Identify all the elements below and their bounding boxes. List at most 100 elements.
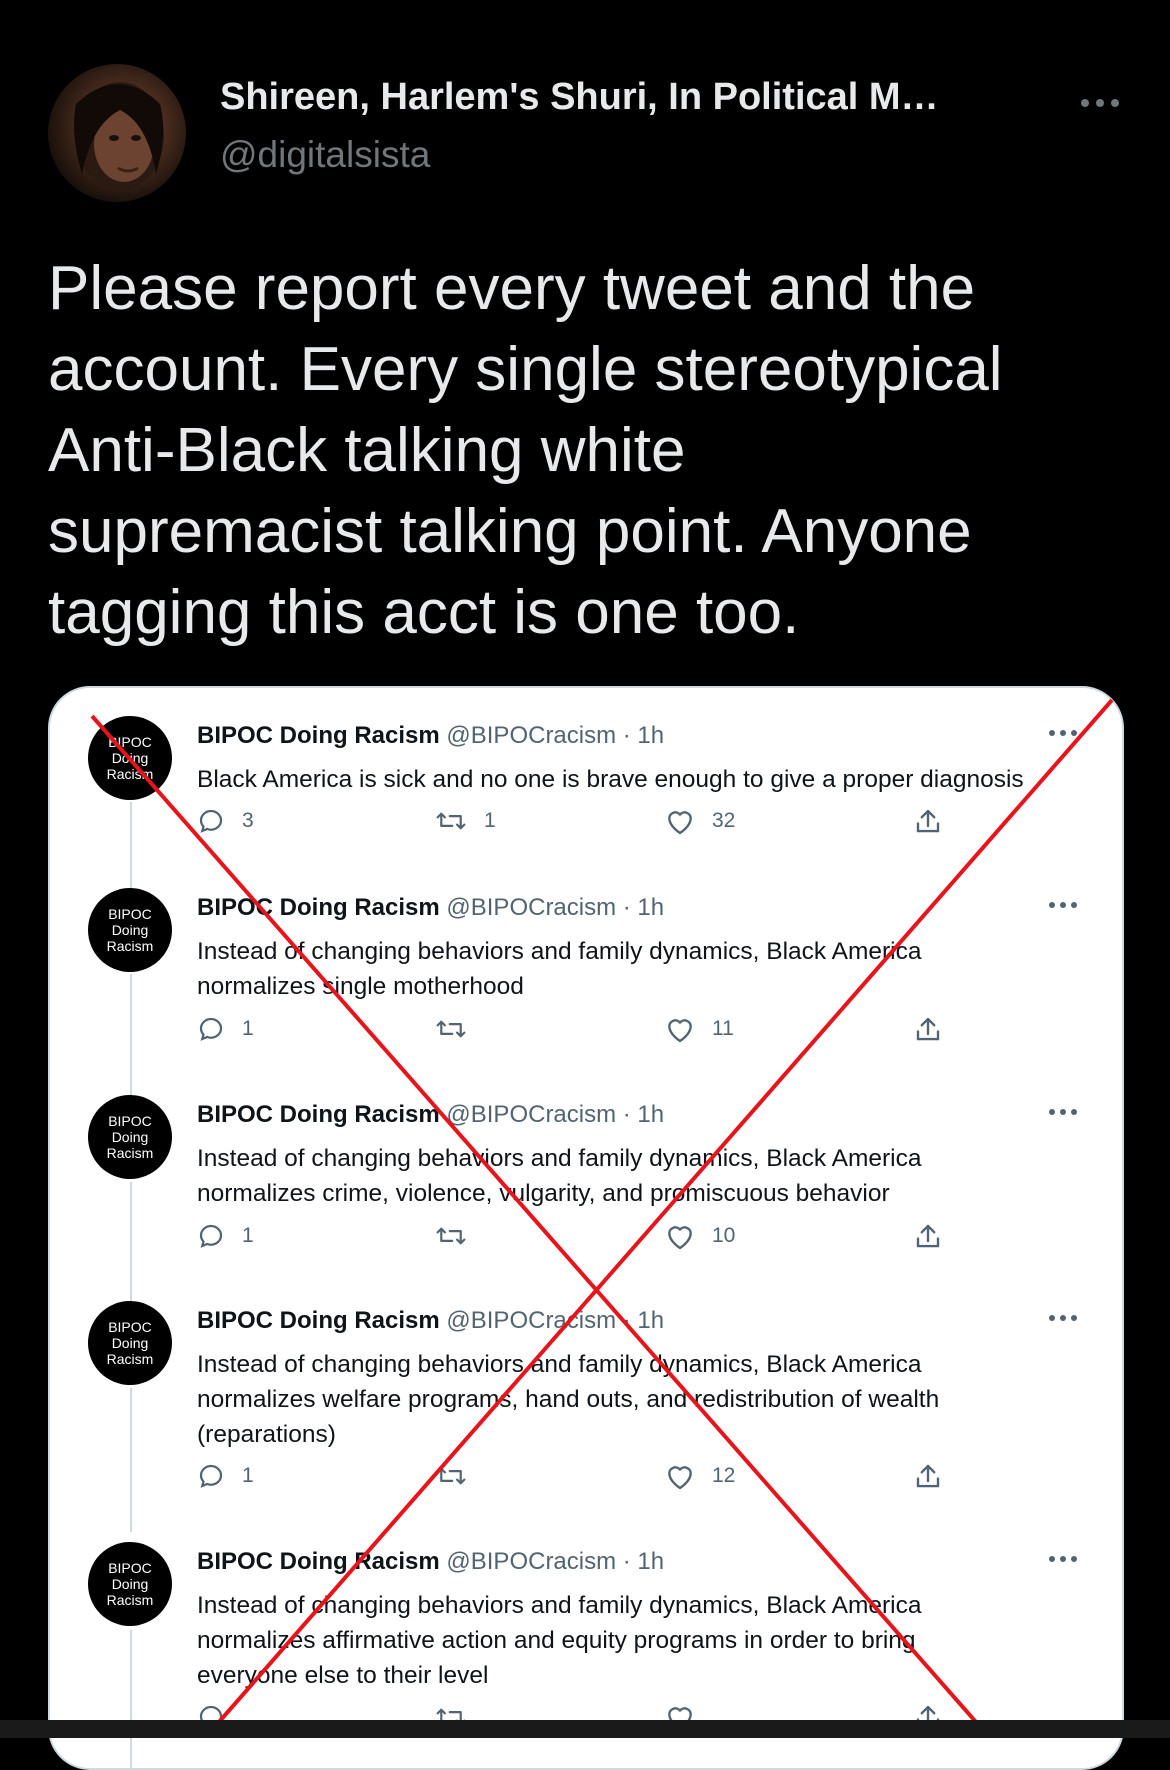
avatar-image — [74, 82, 164, 190]
embedded-post[interactable]: BIPOC Doing Racism BIPOC Doing Racism @BI… — [50, 716, 1122, 916]
post-avatar[interactable]: BIPOC Doing Racism — [88, 1095, 172, 1179]
retweet-count: 1 — [484, 809, 496, 832]
tweet-text-line: Anti-Black talking white — [48, 416, 686, 485]
more-horizontal-icon[interactable] — [1048, 724, 1084, 748]
embedded-post[interactable]: BIPOC Doing Racism BIPOC Doing Racism @BI… — [50, 1542, 1122, 1742]
post-avatar[interactable]: BIPOC Doing Racism — [88, 716, 172, 800]
reply-count: 1 — [242, 1224, 254, 1247]
more-horizontal-icon[interactable] — [1048, 1103, 1084, 1127]
post-avatar-text: BIPOC Doing Racism — [106, 906, 154, 954]
post-header: BIPOC Doing Racism @BIPOCracism · 1h — [197, 722, 664, 750]
post-text-line: Instead of changing behaviors and family… — [197, 1145, 922, 1172]
post-text: Instead of changing behaviors and family… — [197, 934, 1117, 1004]
post-author-name[interactable]: BIPOC Doing Racism — [197, 1101, 440, 1128]
post-actions: 1 10 — [50, 1221, 1122, 1257]
tweet-text-line: tagging this acct is one too. — [48, 578, 800, 647]
more-horizontal-icon[interactable] — [1048, 1550, 1084, 1574]
embedded-post[interactable]: BIPOC Doing Racism BIPOC Doing Racism @BI… — [50, 1301, 1122, 1501]
retweet-button[interactable]: 1 — [434, 806, 496, 836]
more-options-icon[interactable] — [1075, 78, 1125, 128]
like-button[interactable]: 32 — [664, 806, 735, 836]
tweet-text-line: account. Every single stereotypical — [48, 335, 1003, 404]
share-button[interactable] — [914, 1461, 942, 1491]
post-meta: @BIPOCracism · 1h — [446, 1307, 665, 1334]
post-avatar-text: BIPOC Doing Racism — [106, 1113, 154, 1161]
post-avatar[interactable]: BIPOC Doing Racism — [88, 1542, 172, 1626]
post-text-line: Instead of changing behaviors and family… — [197, 1351, 922, 1378]
like-icon — [664, 806, 696, 836]
post-text-line: Instead of changing behaviors and family… — [197, 1592, 922, 1619]
retweet-icon — [434, 1221, 468, 1251]
post-avatar[interactable]: BIPOC Doing Racism — [88, 888, 172, 972]
attached-screenshot[interactable]: BIPOC Doing Racism BIPOC Doing Racism @BI… — [48, 686, 1124, 1770]
retweet-icon — [434, 1461, 468, 1491]
tweet-text-line: supremacist talking point. Anyone — [48, 497, 972, 566]
retweet-icon — [434, 1014, 468, 1044]
post-header: BIPOC Doing Racism @BIPOCracism · 1h — [197, 1307, 664, 1335]
retweet-button[interactable] — [434, 1461, 484, 1491]
reply-button[interactable]: 1 — [196, 1014, 254, 1044]
reply-icon — [196, 1014, 226, 1044]
more-horizontal-icon[interactable] — [1048, 896, 1084, 920]
share-button[interactable] — [914, 1221, 942, 1251]
post-meta: @BIPOCracism · 1h — [446, 722, 665, 749]
post-text: Instead of changing behaviors and family… — [197, 1588, 1117, 1693]
like-icon — [664, 1221, 696, 1251]
post-author-name[interactable]: BIPOC Doing Racism — [197, 894, 440, 921]
post-text: Instead of changing behaviors and family… — [197, 1347, 1117, 1452]
retweet-button[interactable] — [434, 1014, 484, 1044]
share-button[interactable] — [914, 1014, 942, 1044]
post-avatar-text: BIPOC Doing Racism — [106, 1319, 154, 1367]
post-text: Instead of changing behaviors and family… — [197, 1141, 1117, 1211]
author-avatar[interactable] — [48, 64, 186, 202]
embedded-post[interactable]: BIPOC Doing Racism BIPOC Doing Racism @BI… — [50, 1095, 1122, 1295]
post-text-line: normalizes crime, violence, vulgarity, a… — [197, 1180, 890, 1207]
post-meta: @BIPOCracism · 1h — [446, 1548, 665, 1575]
author-display-name[interactable]: Shireen, Harlem's Shuri, In Political M… — [220, 76, 939, 119]
reply-count: 1 — [242, 1464, 254, 1487]
reply-button[interactable]: 1 — [196, 1221, 254, 1251]
share-icon — [914, 1221, 942, 1251]
more-horizontal-icon[interactable] — [1048, 1309, 1084, 1333]
embedded-post[interactable]: BIPOC Doing Racism BIPOC Doing Racism @BI… — [50, 888, 1122, 1088]
reply-icon — [196, 806, 226, 836]
reply-count: 1 — [242, 1017, 254, 1040]
post-avatar[interactable]: BIPOC Doing Racism — [88, 1301, 172, 1385]
author-handle[interactable]: @digitalsista — [220, 134, 430, 176]
like-count: 10 — [712, 1224, 736, 1247]
retweet-icon — [434, 806, 468, 836]
post-text-line: everyone else to their level — [197, 1662, 489, 1689]
tweet-header: Shireen, Harlem's Shuri, In Political M…… — [0, 0, 1170, 240]
post-author-name[interactable]: BIPOC Doing Racism — [197, 1548, 440, 1575]
post-header: BIPOC Doing Racism @BIPOCracism · 1h — [197, 1101, 664, 1129]
share-icon — [914, 1461, 942, 1491]
like-button[interactable]: 10 — [664, 1221, 735, 1251]
reply-icon — [196, 1461, 226, 1491]
post-author-name[interactable]: BIPOC Doing Racism — [197, 722, 440, 749]
like-button[interactable]: 11 — [664, 1014, 734, 1044]
post-avatar-text: BIPOC Doing Racism — [106, 1560, 154, 1608]
post-header: BIPOC Doing Racism @BIPOCracism · 1h — [197, 894, 664, 922]
share-icon — [914, 806, 942, 836]
post-text-line: normalizes welfare programs, hand outs, … — [197, 1386, 940, 1413]
share-button[interactable] — [914, 806, 942, 836]
post-meta: @BIPOCracism · 1h — [446, 894, 665, 921]
reply-count: 3 — [242, 809, 254, 832]
post-actions: 3 1 32 — [50, 806, 1122, 842]
like-count: 11 — [712, 1017, 734, 1040]
reply-button[interactable]: 1 — [196, 1461, 254, 1491]
reply-button[interactable]: 3 — [196, 806, 254, 836]
like-button[interactable]: 12 — [664, 1461, 735, 1491]
post-actions: 1 11 — [50, 1014, 1122, 1050]
post-meta: @BIPOCracism · 1h — [446, 1101, 665, 1128]
like-count: 12 — [712, 1464, 736, 1487]
bottom-bar — [0, 1720, 1170, 1738]
post-text-line: Instead of changing behaviors and family… — [197, 938, 922, 965]
post-text-line: normalizes single motherhood — [197, 973, 524, 1000]
tweet-text-line: Please report every tweet and the — [48, 254, 976, 323]
like-count: 32 — [712, 809, 736, 832]
post-author-name[interactable]: BIPOC Doing Racism — [197, 1307, 440, 1334]
post-actions: 1 12 — [50, 1461, 1122, 1497]
retweet-button[interactable] — [434, 1221, 484, 1251]
post-text-line: Black America is sick and no one is brav… — [197, 766, 1024, 793]
